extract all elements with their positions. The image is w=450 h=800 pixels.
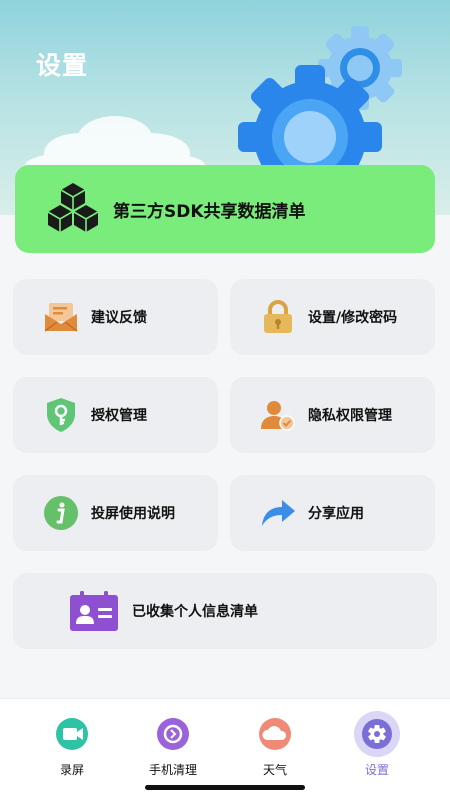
tab-screen-record-label: 录屏: [59, 763, 84, 777]
tab-phone-clean-label: 手机清理: [148, 763, 197, 777]
tab-phone-clean[interactable]: 手机清理: [128, 711, 218, 778]
change-password-button[interactable]: 设置/修改密码: [230, 279, 435, 355]
gear-icon: [354, 711, 400, 757]
cast-instructions-label: 投屏使用说明: [91, 506, 175, 522]
tab-screen-record[interactable]: 录屏: [27, 711, 117, 778]
cubes-icon: [47, 183, 99, 232]
share-app-label: 分享应用: [308, 506, 364, 522]
share-icon: [260, 495, 296, 531]
cloud-icon: [252, 711, 298, 757]
personal-info-list-button[interactable]: 已收集个人信息清单: [13, 573, 437, 649]
video-icon: [49, 711, 95, 757]
authorization-button[interactable]: 授权管理: [13, 377, 218, 453]
tab-settings-label: 设置: [364, 763, 389, 777]
id-card-icon: [68, 590, 120, 632]
personal-info-list-label: 已收集个人信息清单: [132, 604, 258, 620]
feedback-button[interactable]: 建议反馈: [13, 279, 218, 355]
privacy-permission-button[interactable]: 隐私权限管理: [230, 377, 435, 453]
mail-icon: [43, 299, 79, 335]
user-check-icon: [260, 397, 296, 433]
page-title: 设置: [36, 51, 89, 80]
sdk-data-list-label: 第三方SDK共享数据清单: [113, 201, 306, 222]
sdk-data-list-button[interactable]: 第三方SDK共享数据清单: [15, 165, 435, 253]
feedback-label: 建议反馈: [91, 310, 147, 326]
home-indicator: [145, 785, 305, 790]
change-password-label: 设置/修改密码: [308, 310, 398, 326]
shield-key-icon: [43, 397, 79, 433]
lock-icon: [260, 299, 296, 335]
tab-weather-label: 天气: [262, 763, 287, 777]
authorization-label: 授权管理: [91, 408, 147, 424]
tab-weather[interactable]: 天气: [230, 711, 320, 778]
clean-icon: [150, 711, 196, 757]
info-icon: [43, 495, 79, 531]
cast-instructions-button[interactable]: 投屏使用说明: [13, 475, 218, 551]
share-app-button[interactable]: 分享应用: [230, 475, 435, 551]
privacy-permission-label: 隐私权限管理: [308, 408, 392, 424]
tab-settings[interactable]: 设置: [332, 711, 422, 778]
